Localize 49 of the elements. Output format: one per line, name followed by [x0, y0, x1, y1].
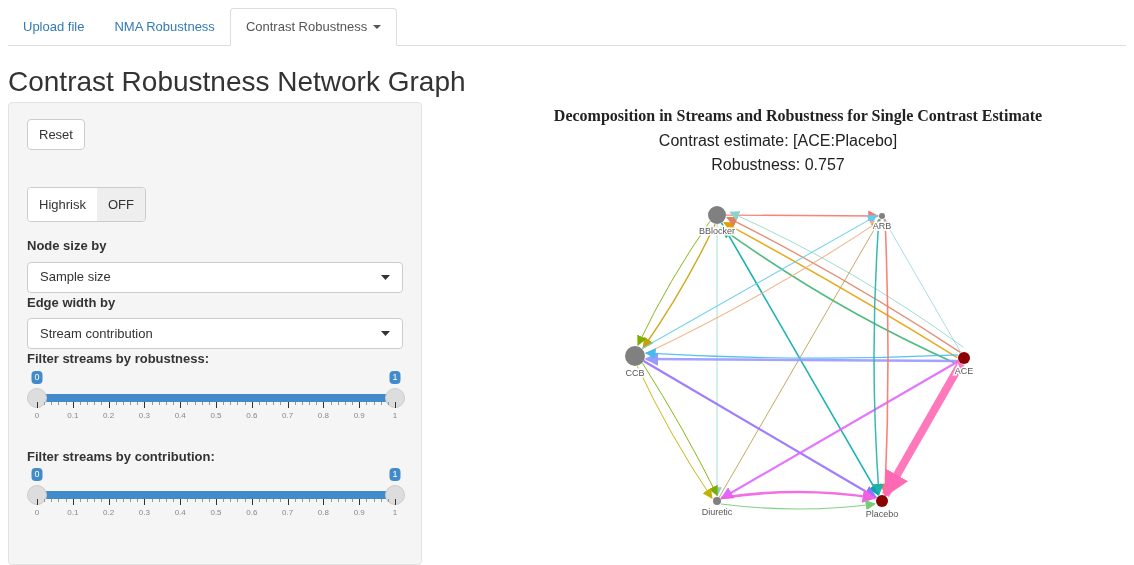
select-field[interactable]: Stream contribution [27, 318, 403, 349]
node-label: Placebo [865, 509, 899, 519]
tick-label: 0.8 [317, 410, 329, 421]
tick-label: 0.1 [67, 410, 79, 421]
tick-label: 0.5 [210, 508, 222, 518]
slider-label: Filter streams by contribution: [27, 447, 216, 466]
slider-value-badge: 0 [31, 370, 43, 384]
tick-label: 0.2 [103, 410, 115, 421]
tick-label: 0.4 [174, 410, 186, 421]
reset-button[interactable]: Reset [27, 119, 85, 150]
slider-value-badge: 1 [389, 370, 401, 384]
tick-label: 0.3 [138, 508, 150, 518]
field-label: Node size by [27, 237, 108, 255]
tick-label: 0.5 [210, 410, 222, 421]
tick-label: 0.3 [138, 410, 150, 421]
tick-label: 0.9 [353, 410, 365, 421]
slider-label: Filter streams by robustness: [27, 350, 211, 368]
tick-label: 1 [392, 410, 398, 421]
robustness-value: Robustness: 0.757 [711, 155, 845, 175]
tick-label: 0 [34, 410, 40, 421]
tick-label: 0.2 [103, 508, 115, 518]
graph-subtitle: Contrast estimate: [ACE:Placebo] [658, 131, 898, 151]
tick-label: 0.9 [353, 508, 365, 518]
slider-handle[interactable] [27, 485, 47, 505]
page-title: Contrast Robustness Network Graph [8, 66, 467, 98]
tick-label: 0.6 [246, 508, 258, 518]
slider-handle[interactable] [385, 485, 405, 505]
tick-label: 0.4 [174, 508, 186, 518]
slider-value-badge: 0 [31, 468, 43, 481]
tick-label: 1 [392, 508, 398, 518]
nav-tab[interactable]: Contrast Robustness [229, 8, 398, 46]
tick-label: 0 [34, 508, 40, 518]
field-label: Edge width by [27, 293, 117, 312]
select-field[interactable]: Sample size [27, 261, 403, 293]
tick-label: 0.6 [246, 410, 258, 421]
graph-title: Decomposition in Streams and Robustness for Single Contrast Estimate [553, 106, 1043, 126]
dropdown-caret-icon [381, 274, 390, 280]
nav-tab[interactable]: NMA Robustness [99, 8, 230, 45]
tick-label: 0.7 [282, 410, 294, 421]
tick-label: 0.1 [67, 508, 79, 518]
slider-handle[interactable] [27, 387, 47, 408]
tick-label: 0.8 [317, 508, 329, 518]
highrisk-toggle[interactable]: Highrisk OFF [27, 187, 146, 222]
nav-tab[interactable]: Upload file [8, 8, 100, 45]
tick-label: 0.7 [282, 508, 294, 518]
dropdown-caret-icon [381, 331, 390, 336]
slider-value-badge: 1 [389, 468, 401, 481]
slider-handle[interactable] [385, 387, 405, 408]
node-label: Diuretic [701, 507, 733, 517]
